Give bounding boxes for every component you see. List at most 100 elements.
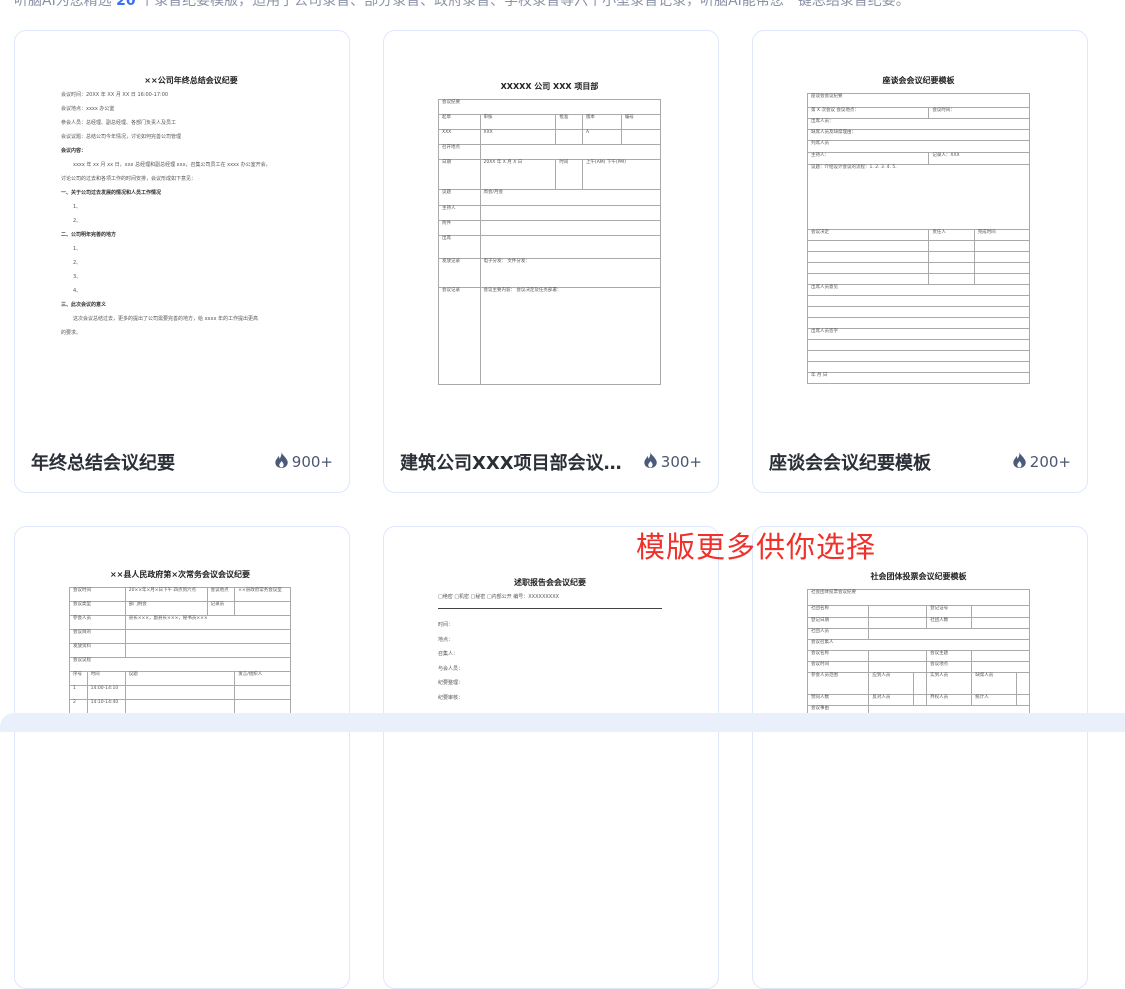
preview-cell: 出席人员意见: [807, 284, 1030, 296]
template-preview: 座谈会会议纪要模板 座谈会会议纪要第 X 次会议 会议地点： 会议时间： 出席人员：缺…: [806, 76, 1031, 384]
template-card[interactable]: ××公司年终总结会议纪要 会议时间：20XX 年 XX 月 XX 日 16:00-…: [14, 30, 350, 493]
preview-cell: 20XX 年 X 月 X 日: [479, 159, 557, 190]
card-title[interactable]: 座谈会会议纪要模板: [769, 449, 994, 475]
preview-cell: 出席人员签字: [807, 328, 1030, 340]
preview-cell: 列席人员: [807, 140, 1030, 153]
card-title[interactable]: 建筑公司XXX项目部会议纪要: [400, 449, 625, 475]
preview-row: 会议类型 部门例会 记录员: [69, 601, 291, 616]
preview-table: 会议时间 20××年×月×日下午 四点到六点 会议地点 ××县政府常务会议室 会议类型部…: [69, 587, 292, 714]
preview-cell: 2: [69, 699, 88, 714]
preview-row: 列席人员: [807, 140, 1030, 153]
preview-line: 4、: [73, 288, 82, 294]
preview-cell: [868, 628, 1030, 640]
preview-cell: [620, 129, 662, 145]
preview-row: [807, 339, 1030, 351]
preview-row: 会议决定 责任人 完成时间: [806, 229, 1031, 241]
preview-row: 会议议程: [69, 657, 291, 672]
preview-row: [807, 350, 1030, 362]
flame-icon: [1013, 452, 1026, 472]
preview-line: 参会人员：总经理、副总经理、各部门负责人及员工: [61, 120, 177, 126]
preview-cell: 记录员: [206, 601, 236, 616]
preview-title: 座谈会会议纪要模板: [882, 76, 955, 85]
preview-cell: [868, 650, 928, 662]
preview-cell: [124, 685, 236, 700]
preview-cell: 完成时间: [973, 229, 1031, 241]
preview-cell: [973, 273, 1031, 285]
preview-row: [807, 306, 1030, 318]
preview-cell: 起草: [438, 114, 481, 130]
template-card[interactable]: 述职报告会会议纪要 □绝密 □机密 □秘密 □内部公开 编号：XXXXXXXXX 时…: [383, 526, 719, 989]
preview-cell: 发放记录: [438, 258, 481, 288]
preview-cell: 会议时间: [806, 661, 870, 673]
preview-cell: XXX: [479, 129, 557, 145]
preview-cell: 上午(AM) 下午(PM): [581, 159, 662, 190]
preview-cell: 召开地点: [438, 144, 481, 160]
flame-icon: [275, 452, 288, 472]
preview-cell: [868, 617, 928, 629]
preview-cell: 会议地点: [926, 661, 973, 673]
preview-cell: [806, 251, 930, 263]
preview-cell: 会议时间: [69, 587, 126, 602]
preview-cell: 批准: [555, 114, 583, 130]
preview-cell: 会议主要内容： 会议决定及任务部署：: [479, 287, 661, 385]
preview-cell: 年 月 日: [807, 372, 1030, 384]
preview-cell: ××县政府常务会议室: [234, 587, 291, 602]
preview-cell: 1: [69, 685, 88, 700]
flame-icon: [644, 452, 657, 472]
preview-cell: 部门例会: [124, 601, 208, 616]
preview-row: 会议名称 会议主题: [806, 650, 1030, 662]
preview-cell: 周会/月会: [479, 189, 661, 206]
preview-cell: 会议时间：: [928, 107, 1030, 119]
preview-row: 社会团体投票会议纪要: [807, 589, 1030, 606]
preview-cell: 弃权人员: [926, 694, 973, 706]
preview-cell: [479, 205, 661, 221]
preview-line: 这次会议总结过去，更多的提出了公司需要完善的地方，给 xxxx 年的工作提出更高: [73, 316, 259, 322]
preview-cell: 第 X 次会议 会议地点：: [806, 107, 930, 119]
preview-line: 纪要审核：: [438, 694, 464, 701]
preview-line: 时间：: [438, 622, 454, 628]
preview-row: [806, 251, 1031, 263]
preview-cell: 发言/组织人: [234, 671, 291, 686]
preview-line: 会议议题：总结公司今年情况，讨论如何完善公司管理: [61, 134, 182, 140]
preview-cell: [928, 251, 975, 263]
template-count: 20: [116, 0, 136, 9]
preview-cell: [479, 220, 661, 236]
template-card[interactable]: 座谈会会议纪要模板 座谈会会议纪要第 X 次会议 会议地点： 会议时间： 出席人员：缺…: [752, 30, 1088, 493]
preview-row: [806, 262, 1031, 274]
template-card[interactable]: XXXXX 公司 XXX 项目部会议纪要 起草 审核 批准 版本 编号 XXX XXX A 召开地…: [383, 30, 719, 493]
preview-cell: 会议地点: [206, 587, 236, 602]
preview-cell: 社团人员: [806, 628, 870, 640]
card-title[interactable]: 年终总结会议纪要: [31, 449, 256, 475]
usage-count: 900+: [275, 452, 333, 472]
bottom-bar: [0, 713, 1125, 732]
preview-row: 出席人员：: [807, 118, 1030, 130]
template-card[interactable]: ××县人民政府第×次常务会议会议纪要 会议时间 20××年×月×日下午 四点到六点会…: [14, 526, 350, 989]
preview-cell: 登记证号: [926, 605, 973, 618]
preview-row: 参会人员 县长×××，副县长×××，秘书员×××: [69, 615, 292, 630]
preview-cell: 社会团体投票会议纪要: [807, 589, 1030, 606]
preview-cell: 议题: [124, 671, 236, 686]
preview-title: XXXXX 公司 XXX 项目部: [500, 82, 599, 91]
preview-cell: 参会人员: [69, 615, 126, 630]
preview-row: 日期 20XX 年 X 月 X 日时间 上午(AM) 下午(PM): [438, 159, 662, 190]
preview-cell: 会议目的: [69, 629, 126, 644]
preview-row: 社团名称 登记证号: [806, 605, 1030, 618]
preview-cell: 电子分发： 文件分发：: [479, 258, 661, 288]
template-card[interactable]: 社会团体投票会议纪要模板 社会团体投票会议纪要 社团名称 登记证号 登记日期 社团人数 社团…: [752, 526, 1088, 989]
preview-cell: 会议类型: [69, 601, 126, 616]
preview-cell: 座谈会会议纪要: [807, 93, 1030, 108]
preview-cell: [971, 650, 1030, 662]
preview-line: 3、: [73, 274, 82, 280]
preview-cell: 反对人员: [868, 694, 915, 706]
preview-cell: [807, 317, 1030, 329]
preview-row: 出席人员意见: [807, 284, 1030, 296]
preview-cell: [973, 262, 1031, 274]
preview-cell: 社团人数: [926, 617, 973, 629]
preview-cell: [806, 273, 930, 285]
preview-cell: 20××年×月×日下午 四点到六点: [124, 587, 208, 602]
preview-cell: 时间: [86, 671, 126, 686]
preview-table: 会议纪要 起草 审核 批准 版本 编号 XXX XXX A 召开地点 日期 20XX 年 X 月 X …: [438, 99, 662, 385]
preview-cell: 县长×××，副县长×××，秘书员×××: [124, 615, 292, 630]
preview-line: xxxx 年 xx 月 xx 日，xxx 总经理和副总经理 xxx，召集公司员工…: [73, 162, 271, 168]
preview-cell: 时间: [555, 159, 583, 190]
